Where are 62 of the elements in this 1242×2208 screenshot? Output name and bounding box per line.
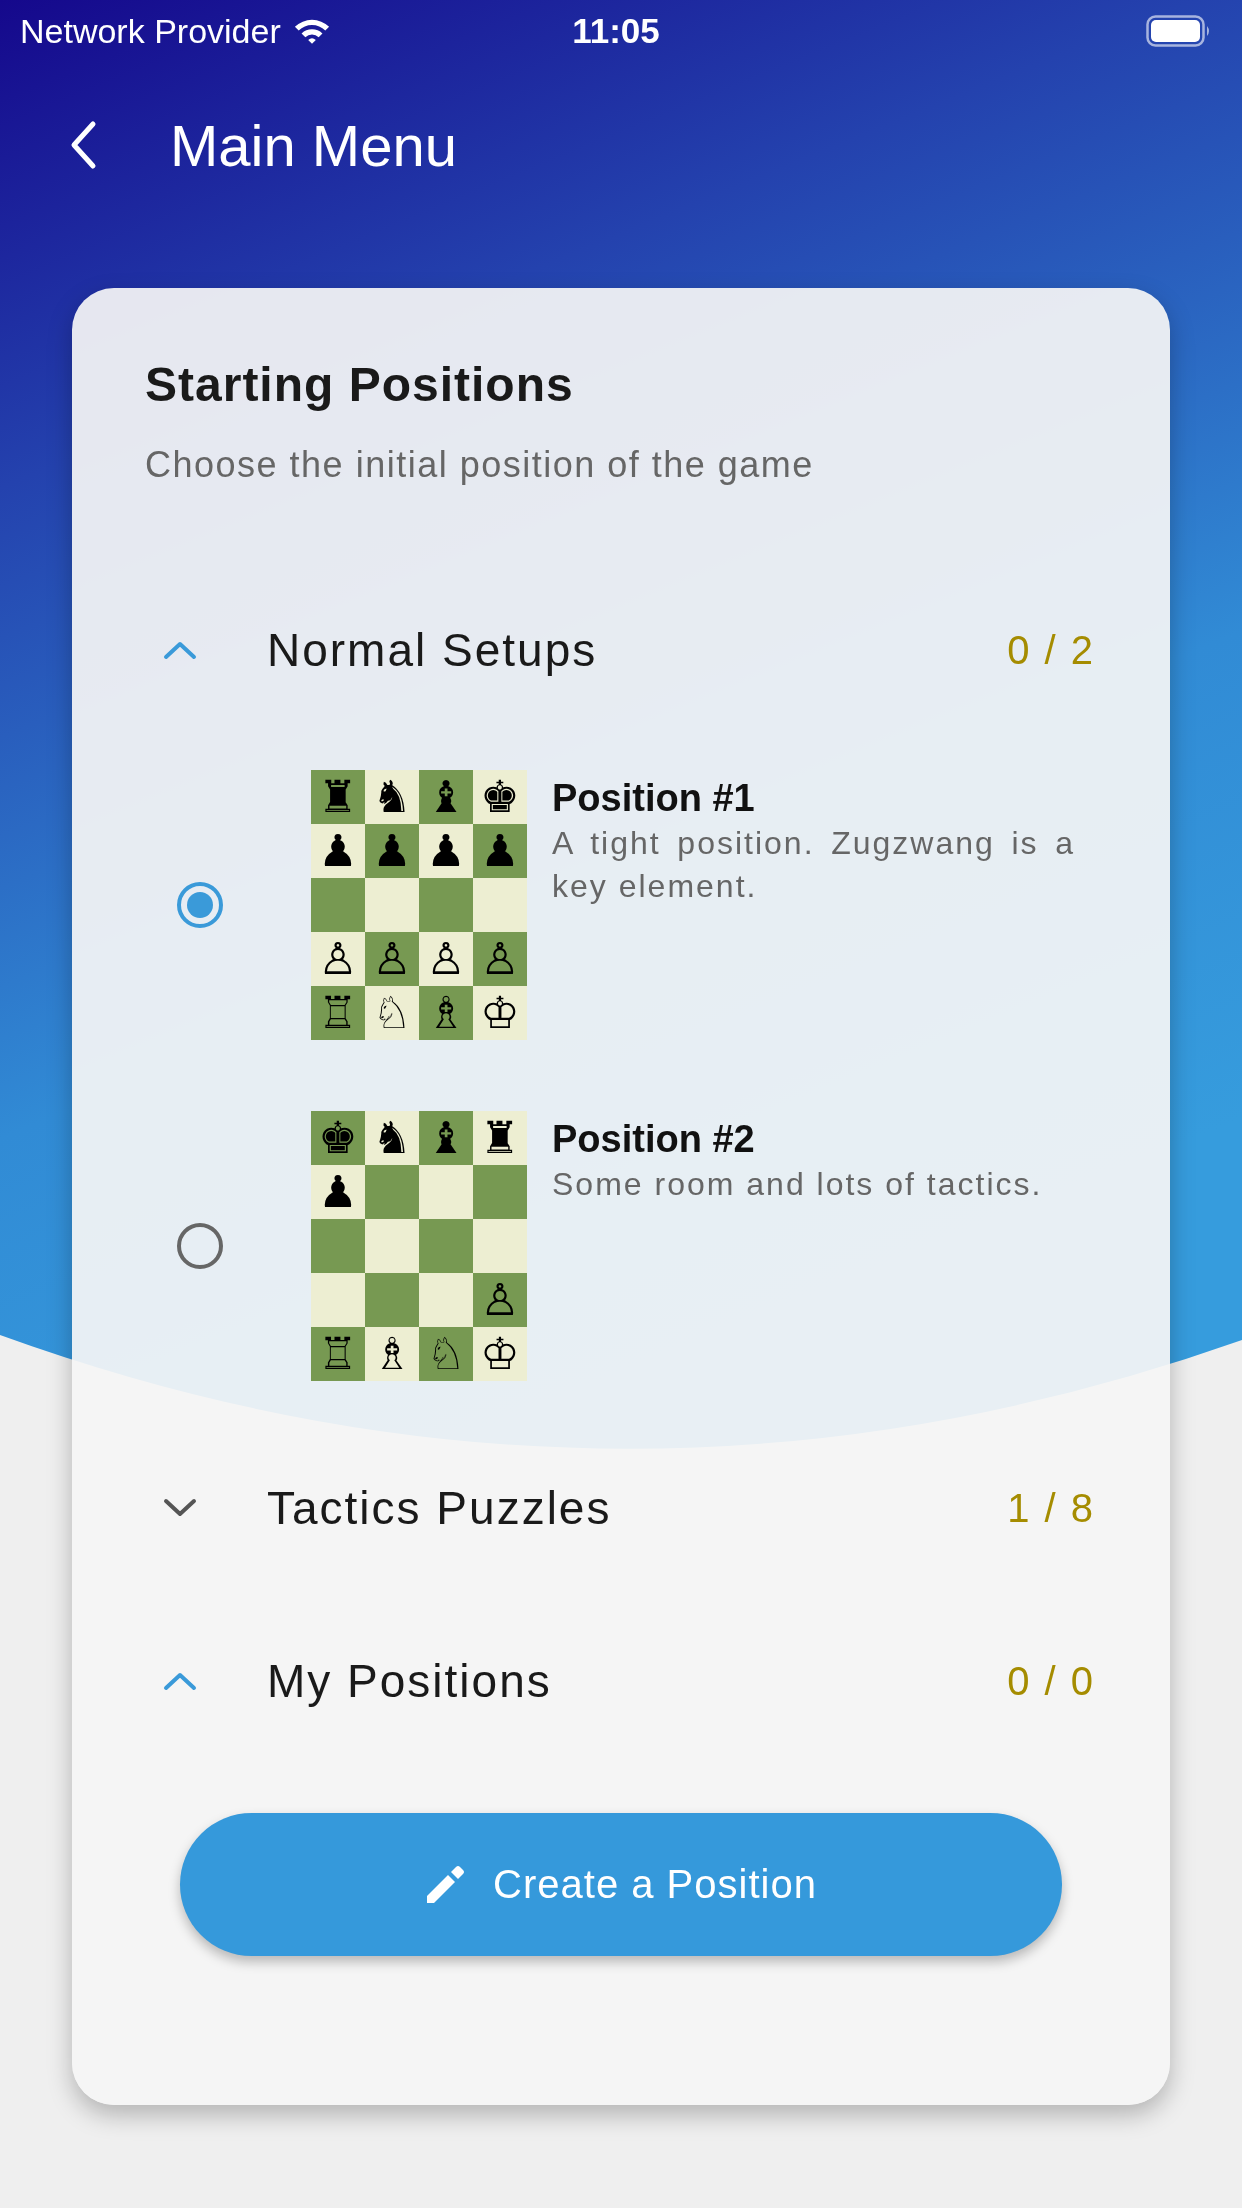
board-square	[419, 878, 473, 932]
status-time: 11:05	[572, 11, 660, 51]
board-square	[365, 1165, 419, 1219]
chevron-icon	[162, 639, 198, 661]
card-title: Starting Positions	[145, 357, 575, 413]
board-square: ♘	[365, 986, 419, 1040]
board-square	[419, 1165, 473, 1219]
section-header[interactable]: Normal Setups 0 / 2	[72, 595, 1170, 705]
board-square: ♔	[473, 986, 527, 1040]
board-square: ♟	[365, 824, 419, 878]
board-square: ♟	[311, 1165, 365, 1219]
board-square: ♙	[419, 932, 473, 986]
board-square: ♖	[311, 986, 365, 1040]
position-title: Position #1	[552, 776, 756, 821]
position-title: Position #2	[552, 1117, 756, 1162]
board-square: ♚	[311, 1111, 365, 1165]
board-square	[311, 1219, 365, 1273]
board-square	[473, 878, 527, 932]
battery-icon	[1146, 15, 1212, 47]
board-square: ♝	[419, 1111, 473, 1165]
pencil-icon	[425, 1864, 466, 1905]
section-header[interactable]: Tactics Puzzles 1 / 8	[72, 1453, 1170, 1563]
radio-button[interactable]	[177, 1223, 223, 1269]
board-square	[365, 1219, 419, 1273]
position-description: A tight position. Zugzwang is a key element.	[552, 824, 1075, 906]
radio-button[interactable]	[177, 882, 223, 928]
board-square: ♙	[365, 932, 419, 986]
board-square	[365, 878, 419, 932]
section-count: 1 / 8	[1007, 1485, 1095, 1531]
board-square: ♝	[419, 770, 473, 824]
board-square: ♘	[419, 1327, 473, 1381]
chevron-icon	[162, 1497, 198, 1519]
section-count: 0 / 2	[1007, 627, 1095, 673]
board-square: ♗	[419, 986, 473, 1040]
carrier-name: Network Provider	[20, 11, 281, 51]
board-square: ♞	[365, 1111, 419, 1165]
card-subtitle: Choose the initial position of the game	[145, 443, 815, 487]
board-square: ♟	[311, 824, 365, 878]
board-square	[419, 1219, 473, 1273]
board-square: ♙	[311, 932, 365, 986]
board-square	[419, 1273, 473, 1327]
board-square: ♖	[311, 1327, 365, 1381]
board-square	[473, 1165, 527, 1219]
section-header[interactable]: My Positions 0 / 0	[72, 1626, 1170, 1736]
board-square: ♙	[473, 932, 527, 986]
section-count: 0 / 0	[1007, 1658, 1095, 1704]
board-square: ♗	[365, 1327, 419, 1381]
chevron-icon	[162, 1670, 198, 1692]
board-square	[311, 878, 365, 932]
board-square: ♙	[473, 1273, 527, 1327]
position-description: Some room and lots of tactics.	[552, 1165, 1044, 1204]
board-square: ♟	[419, 824, 473, 878]
board-square: ♜	[473, 1111, 527, 1165]
board-square: ♔	[473, 1327, 527, 1381]
board-square	[311, 1273, 365, 1327]
board-square	[365, 1273, 419, 1327]
board-square: ♜	[311, 770, 365, 824]
board-square: ♚	[473, 770, 527, 824]
page-title: Main Menu	[170, 111, 457, 179]
board-square	[473, 1219, 527, 1273]
board-square: ♟	[473, 824, 527, 878]
board-square: ♞	[365, 770, 419, 824]
